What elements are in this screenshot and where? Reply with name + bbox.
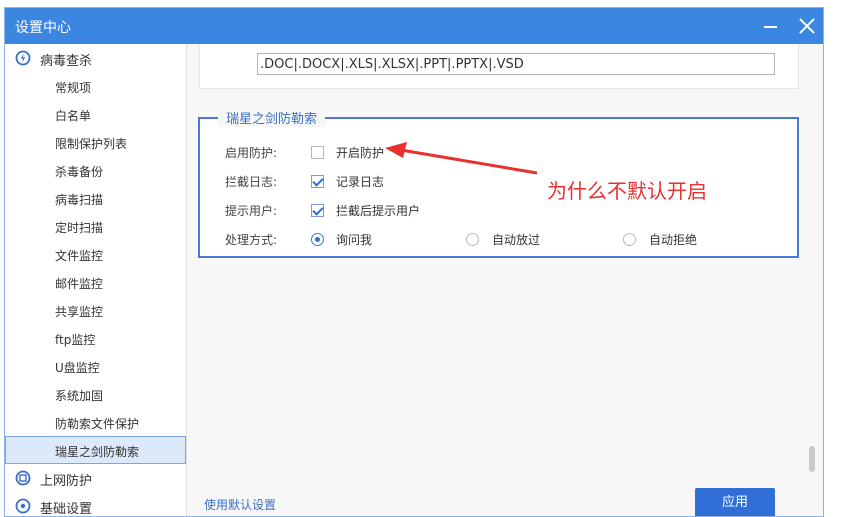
sidebar-item-label: U盘监控	[55, 361, 100, 375]
sidebar-item-label: 白名单	[55, 109, 92, 123]
sidebar-item-system-hardening[interactable]: 系统加固	[5, 380, 186, 408]
sidebar-item-ransom-file-protect[interactable]: 防勒索文件保护	[5, 408, 186, 436]
sidebar-section-web[interactable]: 上网防护	[5, 464, 186, 492]
notify-user-checkbox[interactable]	[311, 204, 324, 217]
sidebar-section-label: 病毒查杀	[40, 54, 93, 69]
minimize-button[interactable]	[759, 14, 783, 38]
sidebar-item-label: 防勒索文件保护	[55, 417, 140, 431]
settings-window: 设置中心 病毒查杀 常规项 白名单 限制保护列表 杀毒备份 病毒扫描 定时扫描 …	[4, 7, 824, 517]
sidebar-item-label: 文件监控	[55, 249, 104, 263]
action-deny-label[interactable]: 自动拒绝	[649, 231, 697, 248]
action-allow-label[interactable]: 自动放过	[492, 231, 540, 248]
close-button[interactable]	[795, 14, 819, 38]
extensions-input[interactable]	[257, 53, 775, 75]
sidebar-section-virus[interactable]: 病毒查杀	[5, 44, 186, 72]
web-protect-icon	[15, 470, 31, 486]
title-bar: 设置中心	[5, 8, 823, 44]
sidebar-item-general[interactable]: 常规项	[5, 72, 186, 100]
sidebar-item-share-monitor[interactable]: 共享监控	[5, 296, 186, 324]
action-ask-label[interactable]: 询问我	[336, 231, 372, 248]
sidebar-item-label: ftp监控	[55, 333, 96, 347]
sidebar-item-label: 邮件监控	[55, 277, 104, 291]
action-allow-radio[interactable]	[466, 233, 479, 246]
sidebar-item-file-monitor[interactable]: 文件监控	[5, 240, 186, 268]
sidebar-item-scheduled-scan[interactable]: 定时扫描	[5, 212, 186, 240]
notify-user-label[interactable]: 拦截后提示用户	[336, 202, 420, 219]
group-title: 瑞星之剑防勒索	[218, 108, 326, 127]
log-label: 拦截日志:	[225, 175, 278, 189]
sidebar-item-usb-monitor[interactable]: U盘监控	[5, 352, 186, 380]
content-area: 瑞星之剑防勒索 启用防护: 开启防护 拦截日志: 记录日志 提示用户: 拦截后提…	[187, 44, 823, 516]
sidebar-item-label: 瑞星之剑防勒索	[55, 445, 140, 459]
sidebar-item-label: 系统加固	[55, 389, 104, 403]
record-log-checkbox[interactable]	[311, 175, 324, 188]
apply-button[interactable]: 应用	[695, 488, 775, 516]
enable-protection-checkbox[interactable]	[311, 146, 324, 159]
annotation-arrow-icon	[385, 142, 538, 175]
sidebar-item-label: 限制保护列表	[55, 137, 128, 151]
extensions-panel	[199, 44, 799, 89]
gear-icon	[15, 498, 31, 514]
action-deny-radio[interactable]	[623, 233, 636, 246]
use-default-settings-link[interactable]: 使用默认设置	[204, 496, 276, 513]
sidebar-item-label: 共享监控	[55, 305, 104, 319]
sidebar-item-ftp-monitor[interactable]: ftp监控	[5, 324, 186, 352]
background-area	[826, 0, 842, 517]
notify-label: 提示用户:	[225, 204, 278, 218]
sidebar-item-restricted-list[interactable]: 限制保护列表	[5, 128, 186, 156]
sidebar-item-virus-scan[interactable]: 病毒扫描	[5, 184, 186, 212]
shield-lightning-icon	[15, 50, 31, 66]
annotation-text: 为什么不默认开启	[547, 179, 707, 203]
action-label: 处理方式:	[225, 233, 278, 247]
sidebar-item-label: 杀毒备份	[55, 165, 104, 179]
sidebar-section-label: 上网防护	[40, 474, 93, 489]
footer: 使用默认设置 应用	[187, 484, 823, 516]
sidebar-item-backup[interactable]: 杀毒备份	[5, 156, 186, 184]
scrollbar-thumb[interactable]	[809, 446, 815, 472]
sidebar-item-whitelist[interactable]: 白名单	[5, 100, 186, 128]
sidebar: 病毒查杀 常规项 白名单 限制保护列表 杀毒备份 病毒扫描 定时扫描 文件监控 …	[5, 44, 187, 517]
sidebar-item-label: 常规项	[55, 81, 92, 95]
sidebar-item-label: 定时扫描	[55, 221, 104, 235]
action-ask-radio[interactable]	[311, 233, 324, 246]
enable-label: 启用防护:	[225, 146, 278, 160]
sidebar-item-ransom-sword[interactable]: 瑞星之剑防勒索	[5, 436, 186, 464]
sidebar-section-label: 基础设置	[40, 502, 93, 517]
window-title: 设置中心	[15, 20, 71, 36]
sidebar-item-label: 病毒扫描	[55, 193, 104, 207]
sidebar-item-mail-monitor[interactable]: 邮件监控	[5, 268, 186, 296]
sidebar-section-basic[interactable]: 基础设置	[5, 492, 186, 517]
